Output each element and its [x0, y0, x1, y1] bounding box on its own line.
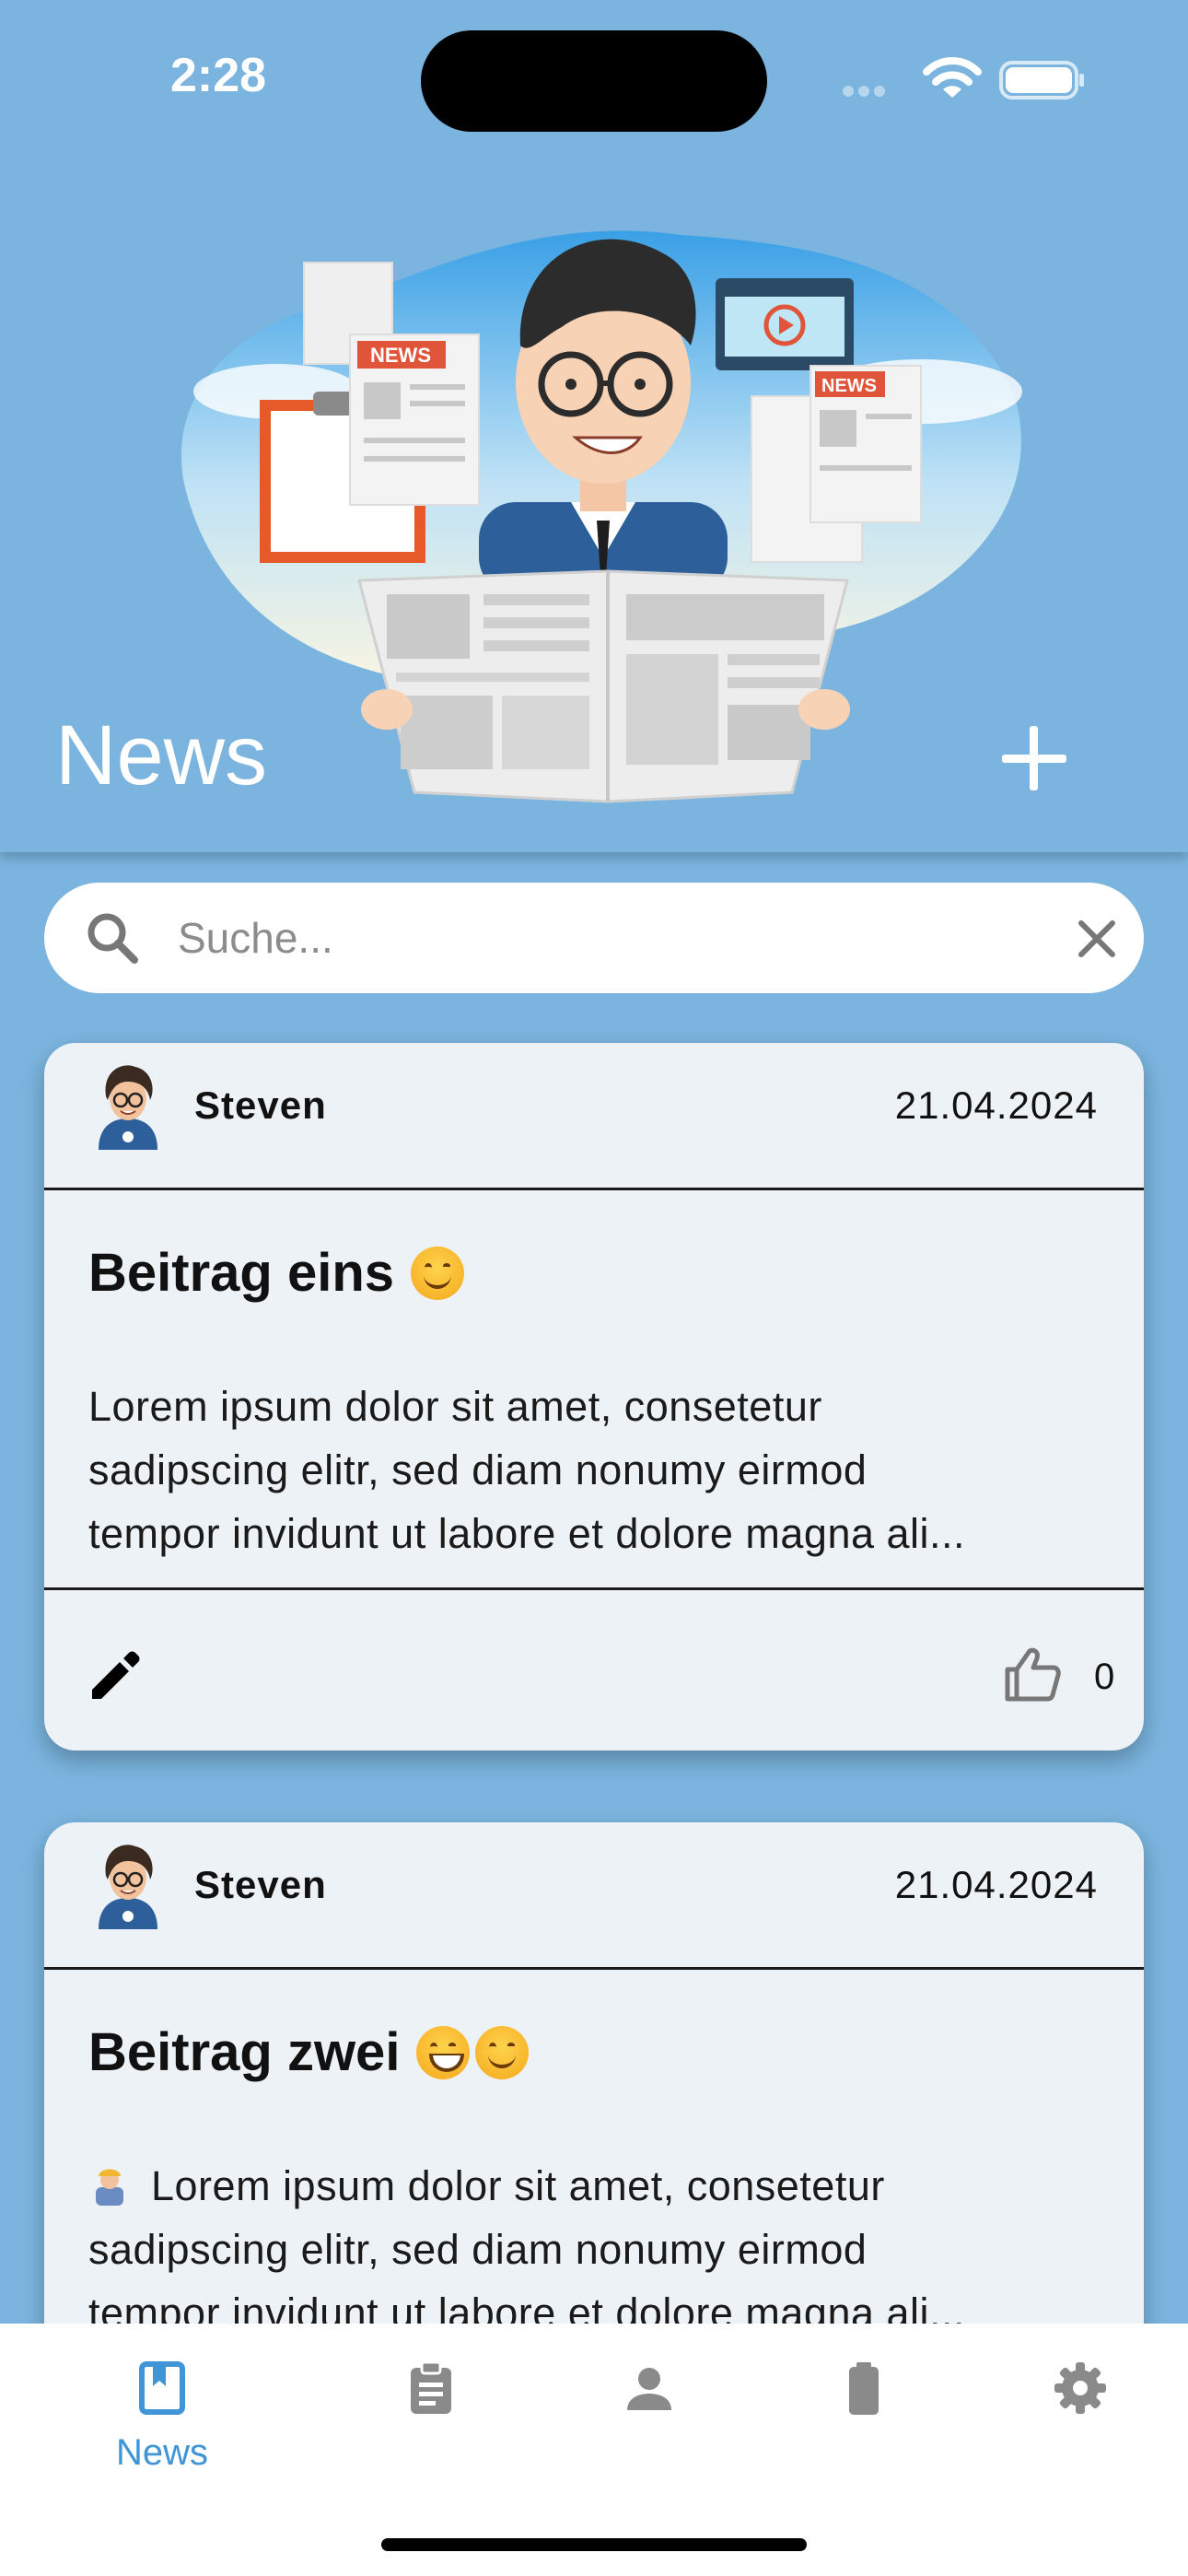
post-author: Steven [194, 1863, 327, 1906]
dynamic-island [421, 30, 767, 132]
post-title: Beitrag eins [88, 1242, 464, 1304]
nav-label-news: News [115, 2432, 209, 2473]
post-header: Steven 21.04.2024 [44, 1043, 1144, 1190]
clipboard-icon [411, 2360, 451, 2414]
add-post-button[interactable] [995, 719, 1074, 798]
post-excerpt-line: sadipscing elitr, sed diam nonumy eirmod [88, 2226, 868, 2273]
cellular-signal-icon [843, 85, 903, 97]
search-icon [87, 913, 138, 964]
post-date: 21.04.2024 [894, 1863, 1098, 1906]
avatar [99, 1065, 157, 1150]
post-excerpt-line: tempor invidunt ut labore et dolore magn… [88, 1510, 966, 1557]
status-bar: 2:28 [0, 0, 1188, 157]
post-excerpt-line: Lorem ipsum dolor sit amet, consetetur [88, 2154, 1101, 2218]
post-actions: 0 [44, 1590, 1144, 1745]
post-excerpt: Lorem ipsum dolor sit amet, consetetur s… [88, 1375, 1101, 1565]
post-card[interactable]: Steven 21.04.2024 Beitrag eins Lorem ips… [44, 1043, 1144, 1751]
nav-item-clipboard[interactable] [339, 2342, 523, 2480]
gear-icon [1054, 2362, 1106, 2414]
status-time: 2:28 [170, 49, 267, 102]
avatar [99, 1844, 157, 1929]
svg-text:NEWS: NEWS [370, 344, 431, 367]
battery-icon [999, 61, 1084, 100]
wifi-icon [923, 57, 982, 98]
post-title: Beitrag zwei [88, 2021, 530, 2083]
nav-item-profile[interactable] [557, 2342, 741, 2480]
home-indicator[interactable] [381, 2538, 807, 2551]
post-body: Beitrag zwei Lorem ipsum dolor sit amet,… [44, 1970, 1144, 2338]
news-hero-illustration: NEWS NEWS [181, 230, 1022, 803]
like-count: 0 [1094, 1657, 1115, 1697]
post-excerpt: Lorem ipsum dolor sit amet, consetetur s… [88, 2154, 1101, 2338]
battery-icon [849, 2362, 879, 2415]
edit-pencil-icon[interactable] [85, 1645, 144, 1704]
post-excerpt-line: sadipscing elitr, sed diam nonumy eirmod [88, 1446, 868, 1493]
smiling-face-icon [475, 2025, 530, 2079]
page-title: News [55, 708, 268, 802]
nav-item-battery[interactable] [772, 2342, 956, 2480]
post-date: 21.04.2024 [894, 1083, 1098, 1127]
post-body: Beitrag eins Lorem ipsum dolor sit amet,… [44, 1190, 1144, 1590]
search-bar [44, 883, 1144, 993]
search-input[interactable] [178, 901, 1053, 975]
post-excerpt-line: Lorem ipsum dolor sit amet, consetetur [88, 1383, 822, 1430]
bookmark-book-icon [139, 2361, 185, 2415]
post-author: Steven [194, 1083, 327, 1127]
thumbs-up-icon[interactable] [1002, 1644, 1063, 1704]
post-title-text: Beitrag zwei [88, 2022, 401, 2082]
smiling-face-icon [411, 1246, 464, 1300]
person-icon [627, 2368, 671, 2410]
post-title-text: Beitrag eins [88, 1243, 394, 1303]
nav-item-news[interactable]: News [70, 2342, 254, 2480]
nav-item-settings[interactable] [988, 2342, 1172, 2480]
post-card[interactable]: Steven 21.04.2024 Beitrag zwei Lorem ips… [44, 1822, 1144, 2338]
post-header: Steven 21.04.2024 [44, 1822, 1144, 1970]
grinning-face-icon [416, 2025, 471, 2079]
clear-search-icon[interactable] [1076, 918, 1118, 960]
svg-text:NEWS: NEWS [821, 376, 877, 396]
post-excerpt-line-text: Lorem ipsum dolor sit amet, consetetur [151, 2162, 885, 2209]
worker-emoji-icon [96, 2169, 123, 2206]
